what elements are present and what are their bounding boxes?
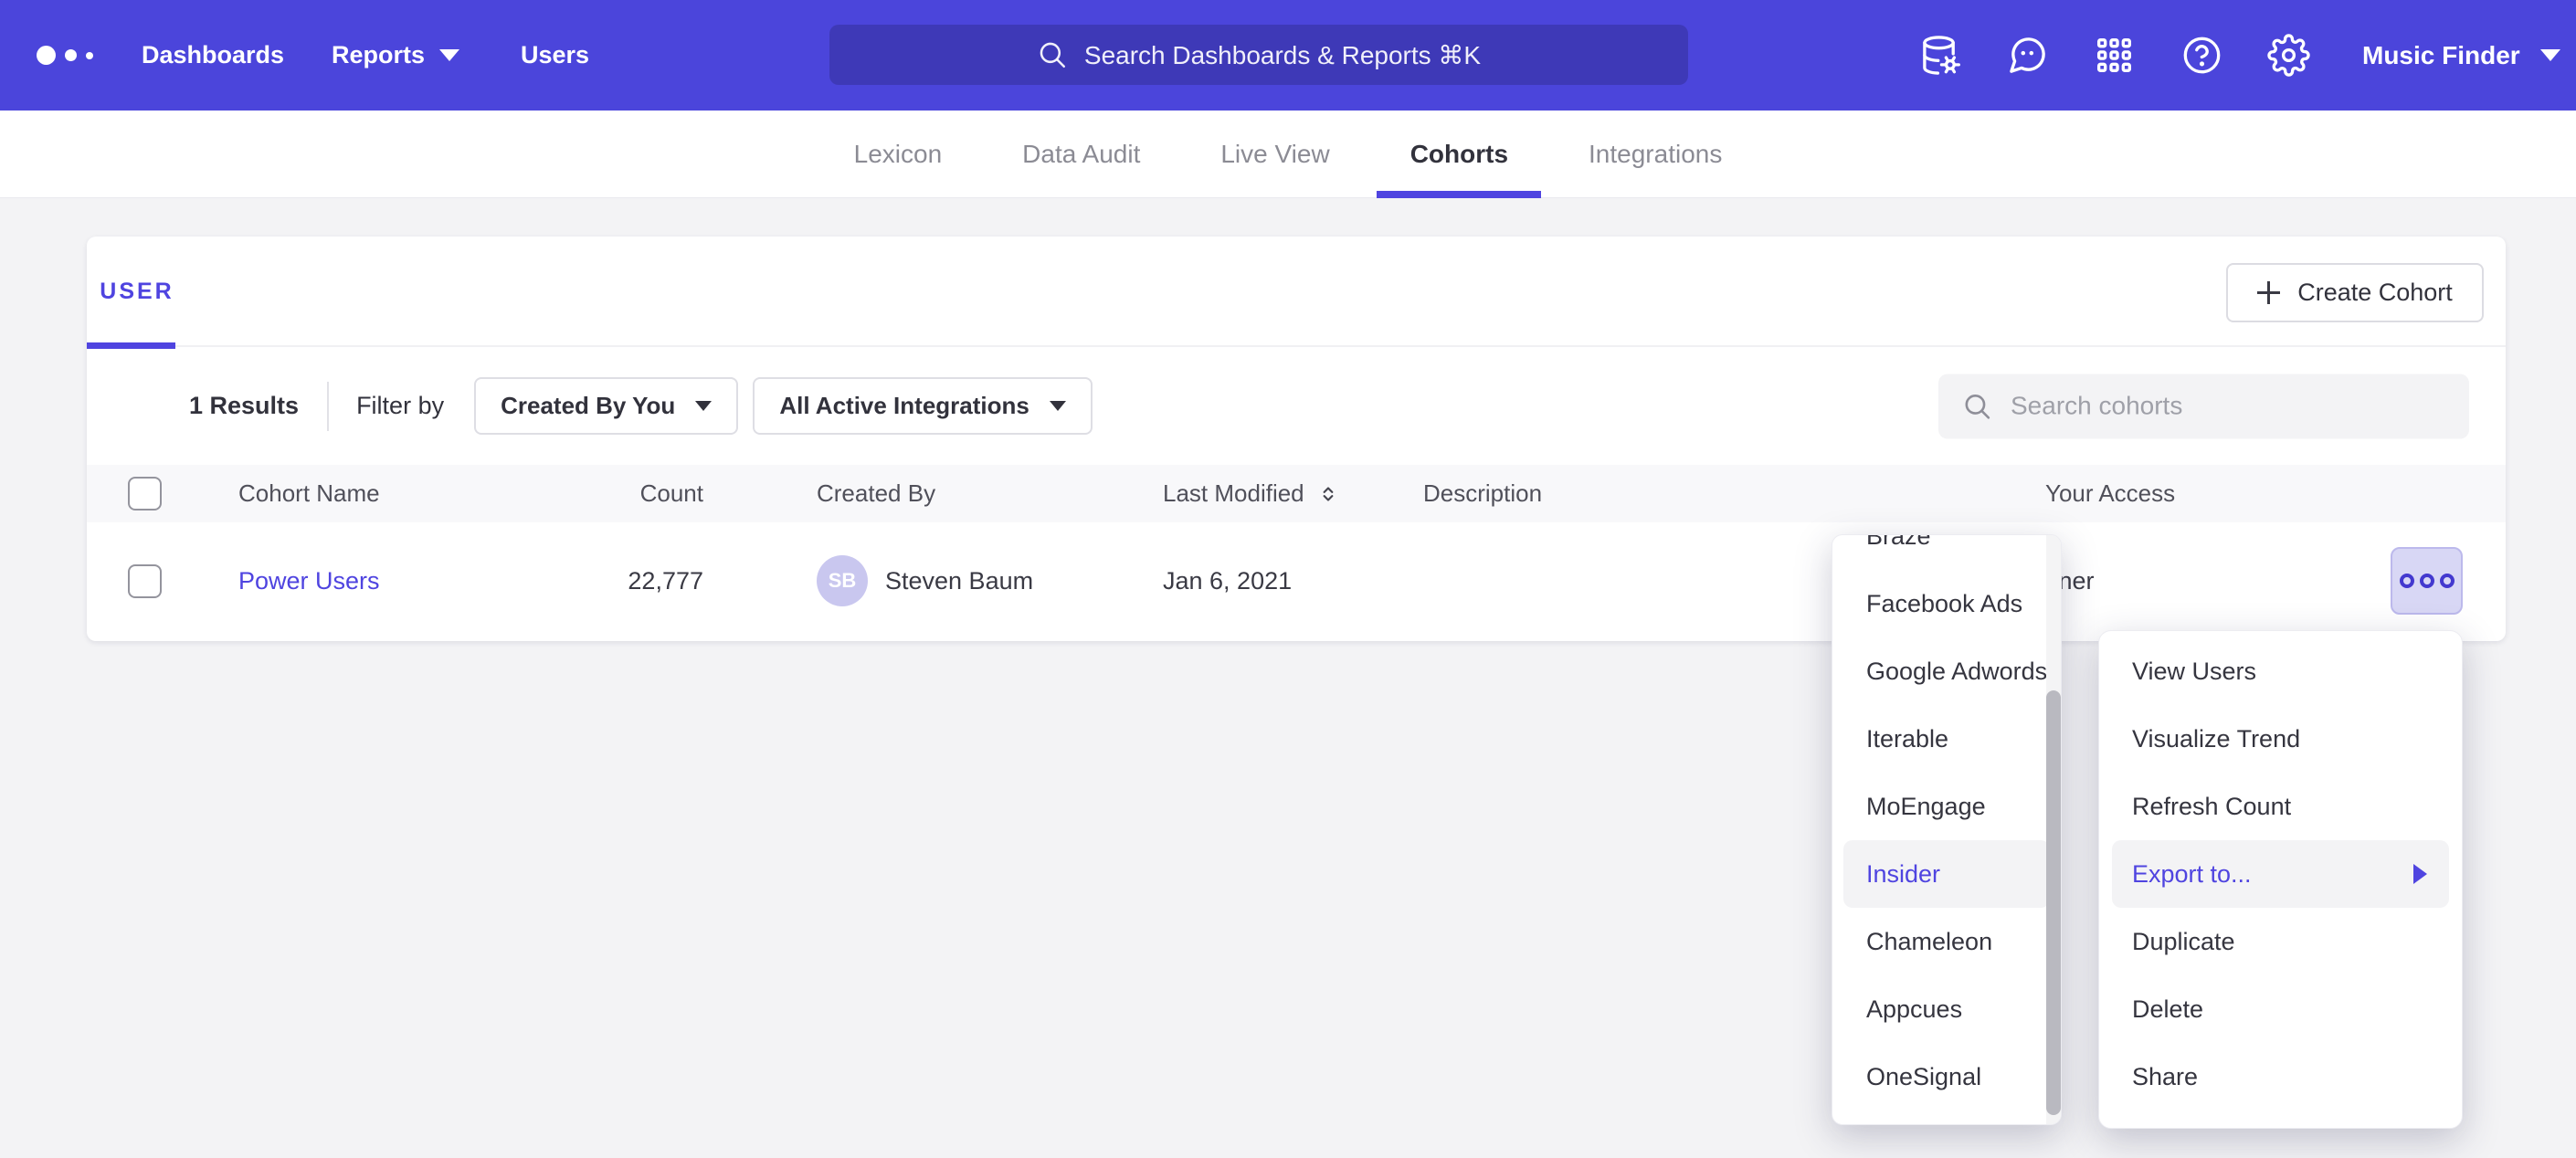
nav-item-label: Users: [521, 41, 589, 69]
tab-label: USER: [100, 279, 174, 305]
settings-icon[interactable]: [2267, 34, 2310, 77]
nav-item-label: Reports: [332, 41, 425, 69]
submenu-arrow-icon: [2413, 864, 2427, 884]
filter-bar: 1 Results Filter by Created By You All A…: [87, 347, 2506, 465]
cohort-search-box: [1938, 374, 2469, 438]
menu-item-appcues[interactable]: Appcues: [1832, 975, 2061, 1043]
tab-cohorts[interactable]: Cohorts: [1410, 111, 1508, 198]
column-header-cohort-name[interactable]: Cohort Name: [238, 465, 380, 522]
divider: [327, 382, 329, 431]
menu-item-visualize-trend[interactable]: Visualize Trend: [2099, 705, 2462, 773]
menu-item-iterable[interactable]: Iterable: [1832, 705, 2061, 773]
dot-icon: [2440, 574, 2455, 588]
global-search-button[interactable]: Search Dashboards & Reports ⌘K: [829, 25, 1688, 85]
filter-by-label: Filter by: [356, 392, 444, 420]
data-settings-icon[interactable]: [1919, 34, 1962, 77]
last-modified-cell: Jan 6, 2021: [1163, 522, 1292, 639]
dot-icon: [2420, 574, 2434, 588]
integrations-filter-dropdown[interactable]: All Active Integrations: [753, 377, 1093, 435]
tab-live-view[interactable]: Live View: [1220, 111, 1329, 198]
section-tabs: Lexicon Data Audit Live View Cohorts Int…: [0, 111, 2576, 198]
export-destination-submenu: Braze Facebook Ads Google Adwords Iterab…: [1832, 534, 2062, 1125]
chevron-down-icon: [695, 401, 712, 411]
column-header-description[interactable]: Description: [1423, 465, 1542, 522]
created-by-filter-value: Created By You: [501, 392, 675, 420]
nav-item-reports[interactable]: Reports: [332, 0, 459, 111]
menu-item-share[interactable]: Share: [2099, 1043, 2462, 1111]
scrollbar-thumb[interactable]: [2046, 690, 2061, 1115]
results-count: 1 Results: [189, 392, 299, 420]
cohort-name-link[interactable]: Power Users: [238, 567, 380, 595]
menu-item-chameleon[interactable]: Chameleon: [1832, 908, 2061, 975]
created-by-filter-dropdown[interactable]: Created By You: [474, 377, 738, 435]
menu-item-braze[interactable]: Braze: [1832, 534, 2061, 570]
global-search-placeholder: Search Dashboards & Reports ⌘K: [1084, 40, 1481, 70]
avatar: SB: [817, 555, 868, 606]
column-header-created-by[interactable]: Created By: [817, 465, 935, 522]
tab-label: Live View: [1220, 140, 1329, 169]
row-actions-button[interactable]: [2391, 547, 2463, 615]
row-actions-menu: View Users Visualize Trend Refresh Count…: [2098, 630, 2463, 1129]
select-all-checkbox[interactable]: [128, 477, 162, 511]
nav-item-users[interactable]: Users: [521, 0, 589, 111]
tab-data-audit[interactable]: Data Audit: [1022, 111, 1140, 198]
cohort-type-tabs: USER Create Cohort: [87, 237, 2506, 347]
chevron-down-icon: [2540, 49, 2560, 61]
dot-icon: [2400, 574, 2414, 588]
table-row: Power Users 22,777 SB Steven Baum Jan 6,…: [87, 522, 2506, 639]
project-switcher[interactable]: Music Finder: [2362, 0, 2560, 111]
menu-item-delete[interactable]: Delete: [2099, 975, 2462, 1043]
menu-item-export-to[interactable]: Export to...: [2112, 840, 2449, 908]
feedback-icon[interactable]: [2006, 34, 2049, 77]
mixpanel-logo-icon[interactable]: [37, 0, 93, 111]
project-name: Music Finder: [2362, 41, 2520, 70]
search-icon: [1037, 39, 1068, 70]
tab-user-cohorts[interactable]: USER: [87, 237, 187, 347]
nav-item-label: Dashboards: [142, 41, 284, 69]
column-header-label: Last Modified: [1163, 479, 1304, 508]
sort-icon[interactable]: [1316, 482, 1340, 506]
search-icon: [1962, 391, 1992, 421]
menu-item-view-users[interactable]: View Users: [2099, 637, 2462, 705]
menu-item-duplicate[interactable]: Duplicate: [2099, 908, 2462, 975]
tab-label: Integrations: [1589, 140, 1722, 169]
menu-item-refresh-count[interactable]: Refresh Count: [2099, 773, 2462, 840]
top-nav: Dashboards Reports Users Search Dashboar…: [0, 0, 2576, 111]
cohorts-card: USER Create Cohort 1 Results Filter by C…: [87, 237, 2506, 641]
help-icon[interactable]: [2180, 34, 2223, 77]
menu-item-facebook-ads[interactable]: Facebook Ads: [1832, 570, 2061, 637]
table-header: Cohort Name Count Created By Last Modifi…: [87, 465, 2506, 522]
menu-item-moengage[interactable]: MoEngage: [1832, 773, 2061, 840]
integrations-filter-value: All Active Integrations: [779, 392, 1029, 420]
column-header-count[interactable]: Count: [544, 465, 703, 522]
tab-lexicon[interactable]: Lexicon: [854, 111, 943, 198]
create-cohort-button[interactable]: Create Cohort: [2226, 263, 2484, 322]
nav-item-dashboards[interactable]: Dashboards: [142, 0, 284, 111]
menu-item-insider[interactable]: Insider: [1843, 840, 2050, 908]
tab-label: Lexicon: [854, 140, 943, 169]
created-by-name: Steven Baum: [885, 567, 1033, 595]
tab-label: Data Audit: [1022, 140, 1140, 169]
export-destination-list: Braze Facebook Ads Google Adwords Iterab…: [1832, 534, 2061, 1111]
tab-integrations[interactable]: Integrations: [1589, 111, 1722, 198]
column-header-last-modified[interactable]: Last Modified: [1163, 465, 1340, 522]
tab-label: Cohorts: [1410, 140, 1508, 169]
cohort-count: 22,777: [544, 522, 703, 639]
cohort-search-input[interactable]: [2011, 392, 2445, 421]
apps-grid-icon[interactable]: [2093, 34, 2136, 77]
menu-item-label: Export to...: [2132, 860, 2252, 888]
chevron-down-icon: [439, 49, 459, 61]
create-cohort-label: Create Cohort: [2297, 279, 2453, 307]
created-by-cell: SB Steven Baum: [817, 522, 1033, 639]
plus-icon: [2257, 281, 2280, 304]
chevron-down-icon: [1050, 401, 1066, 411]
menu-item-onesignal[interactable]: OneSignal: [1832, 1043, 2061, 1111]
column-header-your-access[interactable]: Your Access: [2045, 465, 2175, 522]
menu-item-google-adwords[interactable]: Google Adwords: [1832, 637, 2061, 705]
row-checkbox[interactable]: [128, 564, 162, 598]
